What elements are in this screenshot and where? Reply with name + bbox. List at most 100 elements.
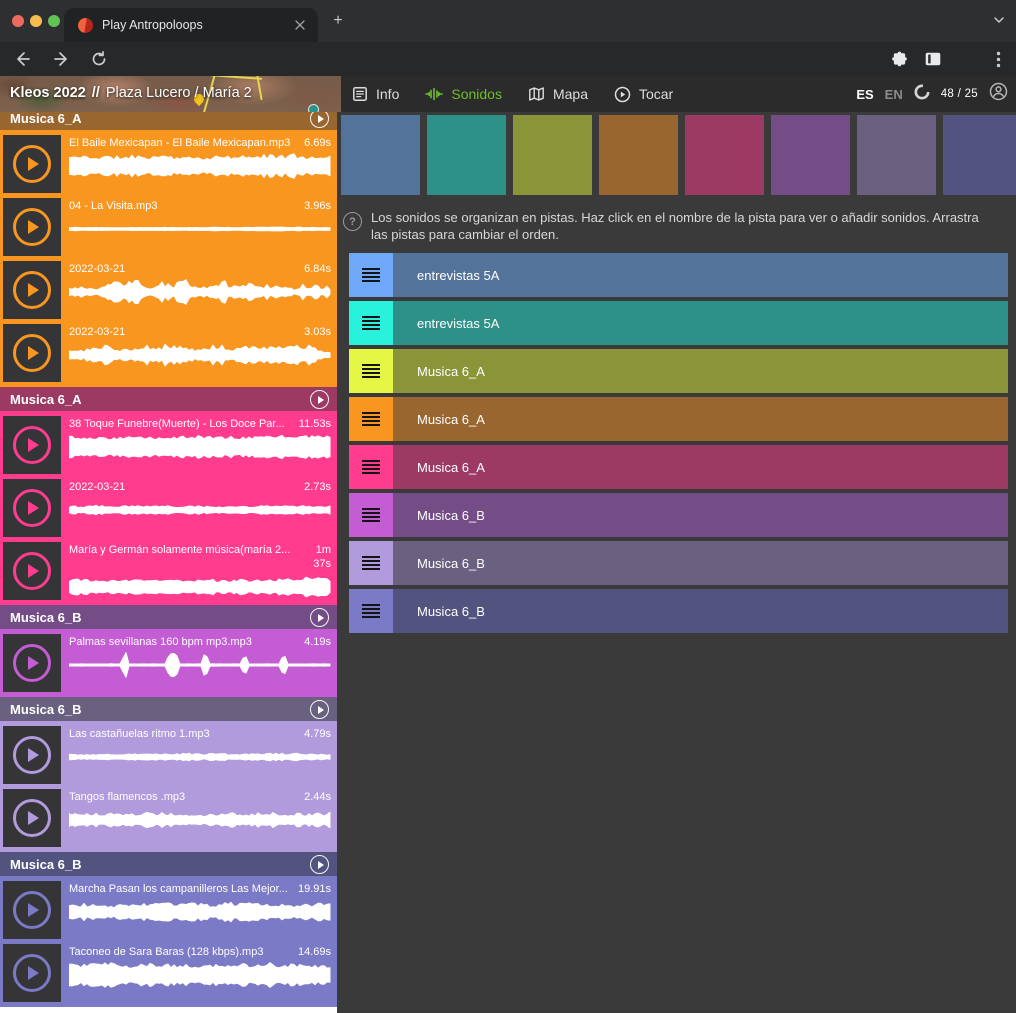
play-triangle-icon [28, 811, 39, 825]
track-name-bar[interactable]: Musica 6_B [393, 589, 1008, 633]
clip-row[interactable]: 38 Toque Funebre(Muerte) - Los Doce Par.… [3, 416, 333, 475]
minimize-window-button[interactable] [30, 15, 42, 27]
track-color-swatch[interactable] [599, 115, 678, 195]
clip-row[interactable]: María y Germán solamente música(maría 2.… [3, 542, 333, 601]
lang-toggle-en[interactable]: EN [885, 87, 903, 102]
track-row[interactable]: Musica 6_B [349, 493, 1008, 537]
clip-title-row: Las castañuelas ritmo 1.mp34.79s [69, 727, 331, 741]
section-header[interactable]: Musica 6_A [0, 112, 337, 130]
track-row[interactable]: Musica 6_A [349, 445, 1008, 489]
browser-menu-icon[interactable] [996, 51, 1001, 73]
clip-play-button[interactable] [3, 726, 61, 784]
track-name-bar[interactable]: entrevistas 5A [393, 301, 1008, 345]
browser-tab[interactable]: Play Antropoloops [64, 8, 318, 42]
section-name: Musica 6_A [10, 112, 82, 126]
track-drag-handle[interactable] [349, 493, 393, 537]
section-play-icon[interactable] [310, 390, 329, 409]
clip-row[interactable]: Palmas sevillanas 160 bpm mp3.mp34.19s [3, 634, 333, 693]
clip-play-button[interactable] [3, 479, 61, 537]
section-header[interactable]: Musica 6_A [0, 387, 337, 411]
section-header[interactable]: Musica 6_B [0, 605, 337, 629]
clip-name: 38 Toque Funebre(Muerte) - Los Doce Par.… [69, 417, 293, 431]
clip-play-button[interactable] [3, 944, 61, 1002]
forward-button[interactable] [52, 50, 70, 73]
track-name-bar[interactable]: Musica 6_A [393, 397, 1008, 441]
clip-play-button[interactable] [3, 542, 61, 600]
clip-play-button[interactable] [3, 789, 61, 847]
track-row[interactable]: Musica 6_B [349, 589, 1008, 633]
track-color-swatch[interactable] [513, 115, 592, 195]
extensions-puzzle-icon[interactable] [891, 51, 908, 73]
clip-play-button[interactable] [3, 324, 61, 382]
new-tab-button[interactable]: + [328, 11, 348, 31]
nav-item-info[interactable]: Info [352, 86, 399, 102]
track-color-swatch[interactable] [857, 115, 936, 195]
track-row[interactable]: entrevistas 5A [349, 301, 1008, 345]
user-account-icon[interactable] [989, 82, 1008, 106]
track-name-bar[interactable]: Musica 6_A [393, 445, 1008, 489]
clip-play-button[interactable] [3, 881, 61, 939]
section-play-icon[interactable] [310, 700, 329, 719]
clip-play-button[interactable] [3, 198, 61, 256]
clip-play-button[interactable] [3, 416, 61, 474]
reload-button[interactable] [90, 50, 108, 73]
nav-item-tocar[interactable]: Tocar [614, 86, 673, 103]
browser-window: Play Antropoloops + [0, 0, 1016, 1013]
track-name-bar[interactable]: Musica 6_A [393, 349, 1008, 393]
clip-duration: 4.79s [304, 727, 331, 741]
side-panel-icon[interactable] [925, 52, 941, 71]
close-window-button[interactable] [12, 15, 24, 27]
clip-row[interactable]: 04 - La Visita.mp33.96s [3, 198, 333, 257]
track-color-swatch[interactable] [341, 115, 420, 195]
clip-row[interactable]: Marcha Pasan los campanilleros Las Mejor… [3, 881, 333, 940]
section-play-icon[interactable] [310, 855, 329, 874]
track-row[interactable]: Musica 6_A [349, 349, 1008, 393]
track-color-swatch[interactable] [771, 115, 850, 195]
clip-row[interactable]: Tangos flamencos .mp32.44s [3, 789, 333, 848]
lang-toggle-es[interactable]: ES [856, 87, 873, 102]
clip-name: 2022-03-21 [69, 325, 298, 339]
nav-item-mapa[interactable]: Mapa [528, 86, 588, 102]
clip-title-row: 2022-03-213.03s [69, 325, 331, 339]
clip-play-button[interactable] [3, 261, 61, 319]
track-color-swatch[interactable] [943, 115, 1016, 195]
clip-row[interactable]: Taconeo de Sara Baras (128 kbps).mp314.6… [3, 944, 333, 1003]
section-play-icon[interactable] [310, 112, 329, 128]
section-play-icon[interactable] [310, 608, 329, 627]
track-row[interactable]: entrevistas 5A [349, 253, 1008, 297]
track-drag-handle[interactable] [349, 541, 393, 585]
breadcrumb-project[interactable]: Kleos 2022 [10, 85, 86, 101]
section-header[interactable]: Musica 6_B [0, 697, 337, 721]
nav-item-sonidos[interactable]: Sonidos [425, 86, 502, 102]
back-button[interactable] [14, 50, 32, 73]
tab-close-icon[interactable] [292, 17, 308, 33]
drag-grip-icon [362, 412, 380, 426]
clip-play-button[interactable] [3, 634, 61, 692]
track-drag-handle[interactable] [349, 445, 393, 489]
section-header[interactable]: Musica 6_B [0, 852, 337, 876]
clip-play-button[interactable] [3, 135, 61, 193]
clip-name: 04 - La Visita.mp3 [69, 199, 298, 213]
track-drag-handle[interactable] [349, 397, 393, 441]
track-name-bar[interactable]: Musica 6_B [393, 493, 1008, 537]
clip-row[interactable]: El Baile Mexicapan - El Baile Mexicapan.… [3, 135, 333, 194]
track-drag-handle[interactable] [349, 301, 393, 345]
clip-row[interactable]: 2022-03-212.73s [3, 479, 333, 538]
clip-duration: 4.19s [304, 635, 331, 649]
play-triangle-icon [318, 115, 324, 123]
track-drag-handle[interactable] [349, 253, 393, 297]
breadcrumb-audioset[interactable]: Plaza Lucero / María 2 [106, 85, 252, 101]
clip-row[interactable]: 2022-03-216.84s [3, 261, 333, 320]
track-drag-handle[interactable] [349, 589, 393, 633]
track-color-swatch[interactable] [427, 115, 506, 195]
fullscreen-window-button[interactable] [48, 15, 60, 27]
track-name-bar[interactable]: Musica 6_B [393, 541, 1008, 585]
track-row[interactable]: Musica 6_B [349, 541, 1008, 585]
tab-search-chevron-icon[interactable] [992, 13, 1006, 32]
track-row[interactable]: Musica 6_A [349, 397, 1008, 441]
track-drag-handle[interactable] [349, 349, 393, 393]
clip-row[interactable]: Las castañuelas ritmo 1.mp34.79s [3, 726, 333, 785]
track-name-bar[interactable]: entrevistas 5A [393, 253, 1008, 297]
track-color-swatch[interactable] [685, 115, 764, 195]
clip-row[interactable]: 2022-03-213.03s [3, 324, 333, 383]
